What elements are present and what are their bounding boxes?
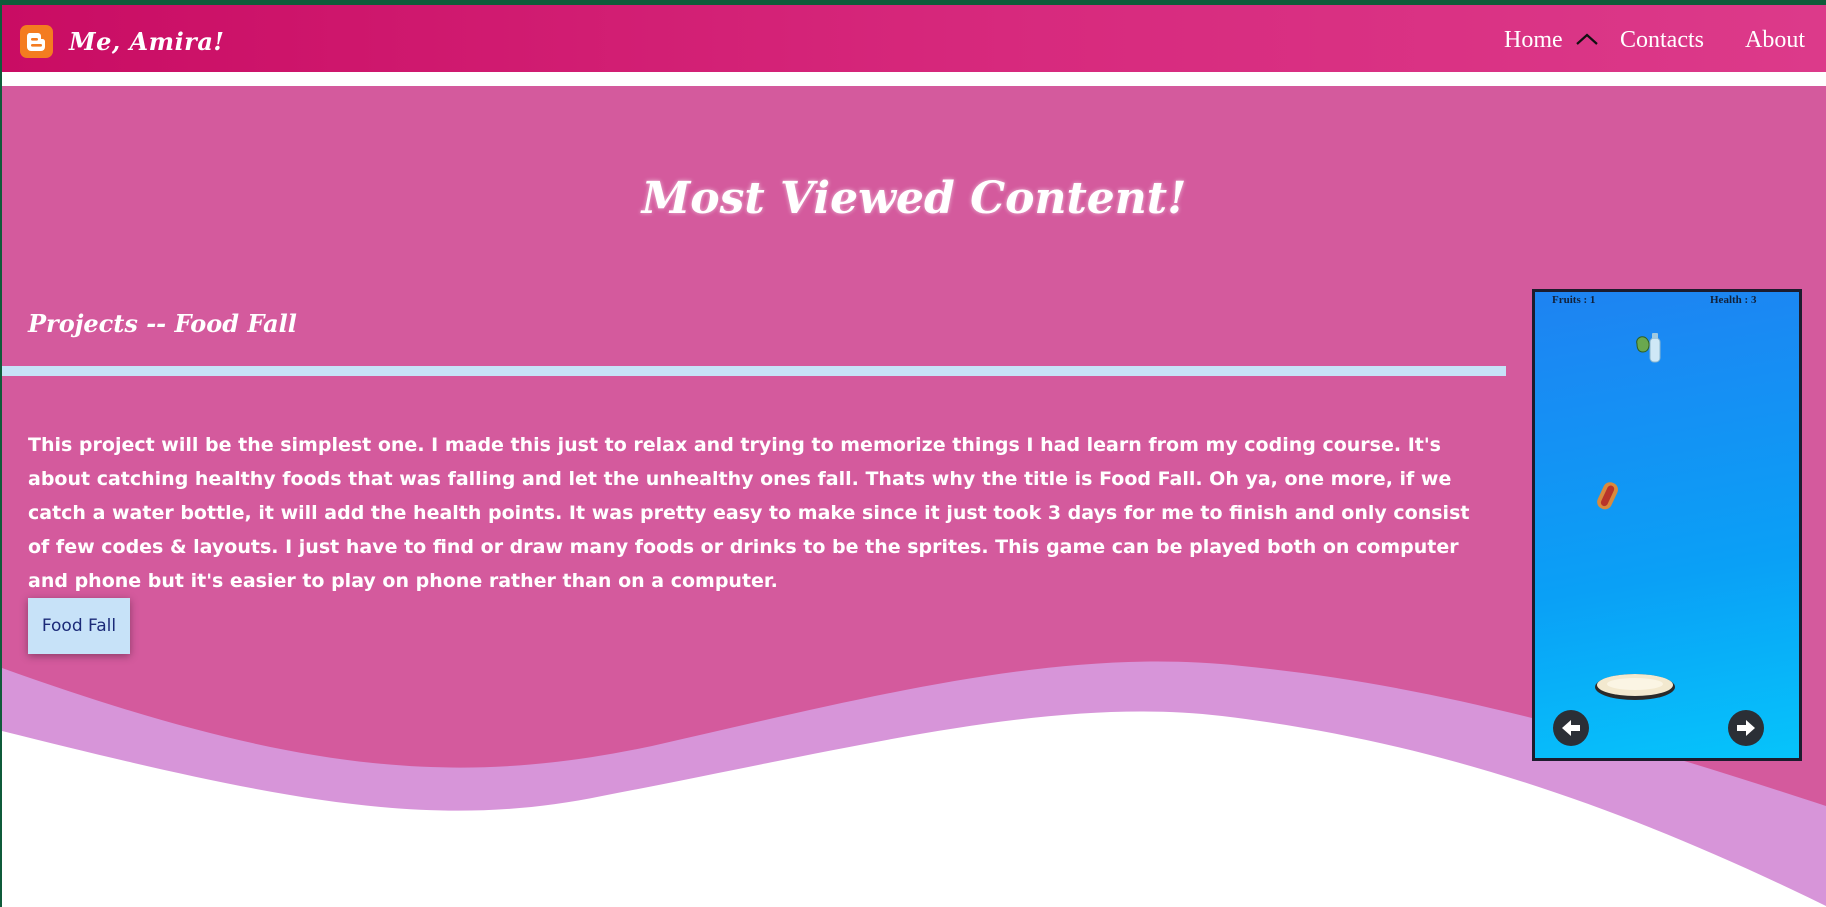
project-heading: Projects -- Food Fall [28,309,297,338]
nav-home-link[interactable]: Home [1504,27,1563,54]
navbar: Me, Amira! Home Contacts About [0,5,1826,72]
section-divider [2,366,1506,376]
window-left-border [0,0,2,907]
main-content: Most Viewed Content! Projects -- Food Fa… [2,86,1826,907]
page-title: Most Viewed Content! [641,173,1187,225]
chevron-up-icon[interactable] [1575,32,1599,51]
food-fall-button[interactable]: Food Fall [28,598,130,654]
pear-and-bottle-icon [1636,333,1661,363]
plate-icon [1595,674,1675,700]
navbar-separator [2,72,1826,86]
hotdog-icon [1597,482,1618,510]
brand-name: Me, Amira! [69,27,225,56]
project-description: This project will be the simplest one. I… [28,434,1470,592]
nav-contacts-link[interactable]: Contacts [1620,27,1704,54]
brand[interactable]: Me, Amira! [20,25,224,58]
blogger-icon [20,25,53,58]
arrow-left-icon[interactable] [1553,710,1589,746]
fruits-counter: Fruits : 1 [1552,294,1596,306]
arrow-right-icon[interactable] [1728,710,1764,746]
nav-about-link[interactable]: About [1745,27,1805,54]
health-counter: Health : 3 [1710,294,1757,306]
game-preview-image: Fruits : 1 Health : 3 [1532,289,1802,761]
page: Me, Amira! Home Contacts About Most View… [0,0,1826,907]
